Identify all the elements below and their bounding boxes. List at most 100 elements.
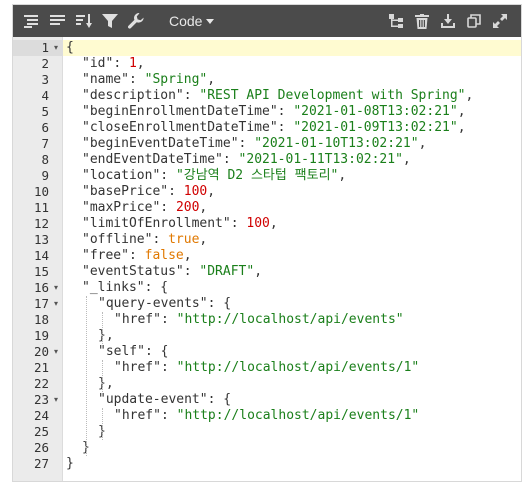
code-token: "name"	[82, 72, 129, 87]
filter-icon[interactable]	[99, 10, 121, 32]
code-line[interactable]: "closeEnrollmentDateTime": "2021-01-09T1…	[82, 120, 466, 136]
download-icon[interactable]	[437, 10, 459, 32]
code-line[interactable]: "beginEnrollmentDateTime": "2021-01-08T1…	[82, 104, 466, 120]
line-number: 4	[41, 88, 49, 103]
code-token: :	[160, 168, 176, 183]
line-number: 21	[33, 360, 49, 375]
code-token: "http://localhost/api/events/1"	[176, 408, 420, 423]
code-line[interactable]: "free": false,	[82, 248, 192, 264]
code-token: "href"	[114, 312, 161, 327]
line-number: 16	[33, 280, 49, 295]
code-line[interactable]: "query-events": {	[98, 296, 231, 312]
code-token: "query-events"	[98, 296, 208, 311]
line-number: 26	[33, 440, 49, 455]
code-line[interactable]: "location": "강남역 D2 스타텁 팩토리",	[82, 168, 346, 184]
line-number: 2	[41, 56, 49, 71]
fold-toggle-icon[interactable]: ▾	[51, 344, 61, 360]
code-line[interactable]: "eventStatus": "DRAFT",	[82, 264, 262, 280]
code-line[interactable]: "id": 1,	[82, 56, 145, 72]
line-number: 3	[41, 72, 49, 87]
line-number: 6	[41, 120, 49, 135]
code-line[interactable]: "basePrice": 100,	[82, 184, 215, 200]
code-token: "basePrice"	[82, 184, 169, 199]
code-token: :	[230, 216, 247, 231]
code-line[interactable]: "limitOfEnrollment": 100,	[82, 216, 278, 232]
code-token: ,	[457, 104, 466, 119]
code-token: ,	[136, 56, 145, 71]
indent-guide	[102, 360, 103, 392]
code-token: 100	[246, 216, 270, 231]
code-line[interactable]: },	[98, 376, 114, 392]
mode-dropdown[interactable]: Code	[169, 13, 215, 29]
code-token: ,	[269, 216, 278, 231]
code-token: :	[128, 72, 145, 87]
line-number: 14	[33, 248, 49, 263]
line-number: 27	[33, 456, 49, 471]
code-line[interactable]: "href": "http://localhost/api/events/1"	[114, 360, 419, 376]
fold-toggle-icon[interactable]: ▾	[51, 280, 61, 296]
code-line[interactable]: }	[66, 456, 74, 472]
line-number: 9	[41, 168, 49, 183]
code-token: :	[113, 56, 129, 71]
line-number: 11	[33, 200, 49, 215]
fullscreen-icon[interactable]	[489, 10, 511, 32]
code-token: "DRAFT"	[199, 264, 255, 279]
code-token: true	[168, 232, 200, 247]
code-line[interactable]: "name": "Spring",	[82, 72, 215, 88]
code-token: "maxPrice"	[82, 200, 161, 215]
indent-guide	[102, 408, 103, 440]
code-line[interactable]: "href": "http://localhost/api/events"	[114, 312, 404, 328]
transform-icon[interactable]	[385, 10, 407, 32]
code-token: : {	[207, 392, 232, 407]
code-line[interactable]: "description": "REST API Development wit…	[82, 88, 473, 104]
fold-toggle-icon[interactable]: ▾	[51, 392, 61, 408]
indent-guide	[86, 296, 87, 456]
code-token: "href"	[114, 408, 161, 423]
code-token: :	[128, 248, 145, 263]
line-number: 7	[41, 136, 49, 151]
code-line[interactable]: "maxPrice": 200,	[82, 200, 207, 216]
fold-toggle-icon[interactable]: ▾	[51, 40, 61, 56]
copy-icon[interactable]	[463, 10, 485, 32]
code-token: : {	[144, 344, 169, 359]
code-line[interactable]: "endEventDateTime": "2021-01-11T13:02:21…	[82, 152, 411, 168]
code-token: "limitOfEnrollment"	[82, 216, 231, 231]
repair-icon[interactable]	[125, 10, 147, 32]
line-number: 15	[33, 264, 49, 279]
delete-icon[interactable]	[411, 10, 433, 32]
code-token: "self"	[98, 344, 145, 359]
compact-icon[interactable]	[47, 10, 69, 32]
code-token: "2021-01-10T13:02:21"	[254, 136, 419, 151]
code-token: "2021-01-09T13:02:21"	[293, 120, 458, 135]
code-line[interactable]: {	[66, 40, 74, 56]
code-token: ,	[338, 168, 347, 183]
code-token: "free"	[82, 248, 129, 263]
code-token: "eventStatus"	[82, 264, 184, 279]
line-number: 5	[41, 104, 49, 119]
mode-dropdown-label: Code	[169, 13, 203, 29]
code-line[interactable]: "offline": true,	[82, 232, 207, 248]
code-token: "http://localhost/api/events"	[176, 312, 404, 327]
code-token: :	[168, 184, 184, 199]
code-token: :	[277, 120, 294, 135]
fold-toggle-icon[interactable]: ▾	[51, 296, 61, 312]
line-number: 10	[33, 184, 49, 199]
code-token: "Spring"	[144, 72, 208, 87]
line-number: 24	[33, 408, 49, 423]
code-line[interactable]: },	[98, 328, 114, 344]
code-token: :	[277, 104, 294, 119]
code-token: ,	[207, 72, 216, 87]
line-number: 20	[33, 344, 49, 359]
code-line[interactable]: "_links": {	[82, 280, 168, 296]
code-token: ,	[199, 232, 208, 247]
editor-body[interactable]: 1 ▾{2 "id": 1, 3 "name": "Spring", 4 "descript…	[13, 37, 521, 481]
code-token: :	[160, 312, 177, 327]
code-line[interactable]: "self": {	[98, 344, 168, 360]
code-line[interactable]: "beginEventDateTime": "2021-01-10T13:02:…	[82, 136, 426, 152]
code-line[interactable]: "href": "http://localhost/api/events/1"	[114, 408, 419, 424]
code-token: },	[98, 328, 114, 343]
format-icon[interactable]	[21, 10, 43, 32]
sort-icon[interactable]	[73, 10, 95, 32]
code-token: :	[160, 360, 177, 375]
code-line[interactable]: "update-event": {	[98, 392, 231, 408]
